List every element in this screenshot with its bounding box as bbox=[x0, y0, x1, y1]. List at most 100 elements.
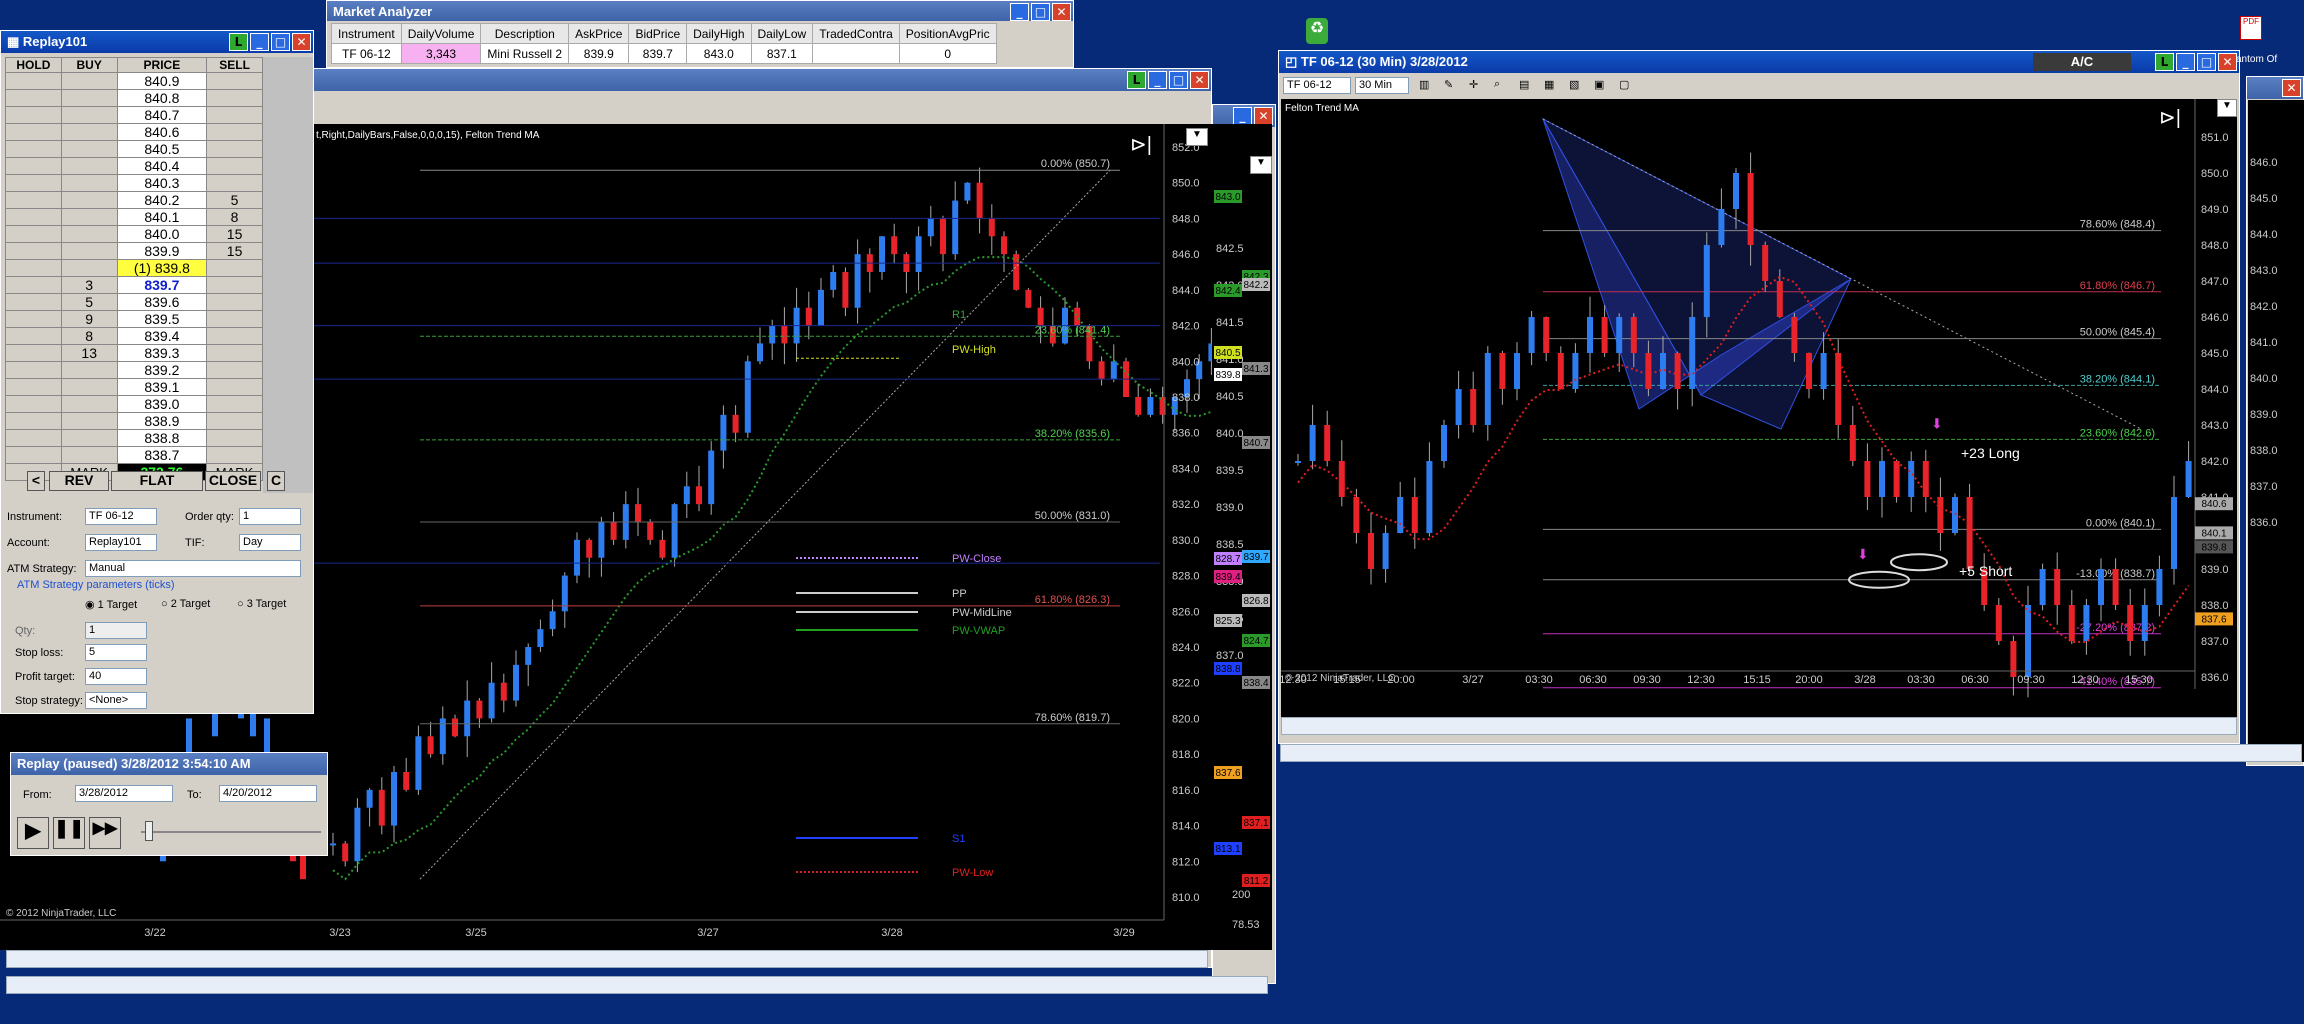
ladder-cell[interactable] bbox=[206, 293, 263, 311]
zoom-icon[interactable]: ⌕ bbox=[1494, 78, 1500, 91]
stoploss-input[interactable]: 5 bbox=[85, 644, 147, 661]
ladder-cell[interactable] bbox=[5, 242, 62, 260]
column-header[interactable]: DailyVolume bbox=[400, 23, 482, 44]
replay-speed-slider[interactable] bbox=[141, 831, 321, 833]
properties-icon[interactable]: ▤ bbox=[1519, 78, 1529, 91]
ladder-cell[interactable] bbox=[60, 412, 118, 430]
strategies-icon[interactable]: ▧ bbox=[1569, 78, 1579, 91]
fast-forward-button[interactable]: ▶▶ bbox=[89, 817, 121, 849]
ladder-cell[interactable] bbox=[206, 259, 263, 277]
orderqty-input[interactable]: 1 bbox=[239, 508, 301, 525]
ladder-cell[interactable] bbox=[60, 89, 118, 107]
ladder-cell[interactable] bbox=[5, 344, 62, 362]
indicators-icon[interactable]: ▦ bbox=[1544, 78, 1554, 91]
close-position-button[interactable]: CLOSE bbox=[205, 471, 261, 491]
column-header[interactable]: Description bbox=[480, 23, 570, 44]
ladder-cell[interactable]: 838.8 bbox=[116, 429, 208, 447]
account-select[interactable]: Replay101 bbox=[85, 534, 157, 551]
ladder-cell[interactable]: 839.7 bbox=[116, 276, 208, 294]
ladder-cell[interactable] bbox=[60, 225, 118, 243]
instrument-select[interactable]: TF 06-12 bbox=[1283, 77, 1351, 94]
ladder-cell[interactable] bbox=[60, 191, 118, 209]
right-chart-titlebar[interactable]: ◰ TF 06-12 (30 Min) 3/28/2012 A/C L _ □ … bbox=[1279, 51, 2239, 73]
ladder-cell[interactable] bbox=[60, 259, 118, 277]
link-button[interactable]: L bbox=[2155, 53, 2174, 71]
ladder-cell[interactable] bbox=[60, 157, 118, 175]
ladder-cell[interactable] bbox=[206, 361, 263, 379]
ladder-row[interactable]: 840.6 bbox=[5, 123, 263, 141]
ladder-cell[interactable]: 3 bbox=[60, 276, 118, 294]
ladder-row[interactable]: 840.4 bbox=[5, 157, 263, 175]
grid-cell[interactable]: Mini Russell 2 bbox=[480, 43, 570, 64]
ladder-row[interactable]: 839.1 bbox=[5, 378, 263, 396]
pdf-file-icon[interactable]: PDF bbox=[2240, 16, 2262, 40]
ladder-cell[interactable] bbox=[206, 174, 263, 192]
maximize-icon[interactable]: □ bbox=[271, 33, 290, 51]
dropdown-chevron-icon[interactable]: ▼ bbox=[2217, 99, 2237, 117]
profit-input[interactable]: 40 bbox=[85, 668, 147, 685]
ladder-cell[interactable]: 839.4 bbox=[116, 327, 208, 345]
ladder-row[interactable]: 839.0 bbox=[5, 395, 263, 413]
ladder-cell[interactable] bbox=[60, 174, 118, 192]
column-header[interactable]: TradedContra bbox=[812, 23, 900, 44]
ladder-cell[interactable] bbox=[206, 344, 263, 362]
ladder-cell[interactable] bbox=[60, 446, 118, 464]
ladder-cell[interactable]: 839.3 bbox=[116, 344, 208, 362]
ladder-row[interactable]: 840.5 bbox=[5, 140, 263, 158]
ladder-row[interactable]: (1) 839.8 bbox=[5, 259, 263, 277]
grid-cell[interactable] bbox=[812, 43, 900, 64]
slider-thumb[interactable] bbox=[145, 821, 153, 841]
ladder-cell[interactable] bbox=[60, 395, 118, 413]
ladder-row[interactable]: 840.9 bbox=[5, 72, 263, 90]
ladder-cell[interactable] bbox=[5, 140, 62, 158]
play-button[interactable]: ▶ bbox=[17, 817, 49, 849]
ladder-cell[interactable]: 839.9 bbox=[116, 242, 208, 260]
ladder-cell[interactable] bbox=[60, 361, 118, 379]
crosshair-icon[interactable]: ✛ bbox=[1469, 78, 1478, 91]
left-chart-titlebar[interactable]: L _ □ ✕ bbox=[309, 69, 1211, 91]
ladder-cell[interactable] bbox=[5, 412, 62, 430]
ladder-cell[interactable]: 840.6 bbox=[116, 123, 208, 141]
ladder-cell[interactable] bbox=[5, 361, 62, 379]
minimize-icon[interactable]: _ bbox=[1148, 71, 1167, 89]
ladder-row[interactable]: 5 839.6 bbox=[5, 293, 263, 311]
ladder-row[interactable]: 840.0 15 bbox=[5, 225, 263, 243]
reverse-button[interactable]: REV bbox=[49, 471, 109, 491]
ladder-row[interactable]: 8 839.4 bbox=[5, 327, 263, 345]
maximize-icon[interactable]: □ bbox=[1031, 3, 1050, 21]
ladder-cell[interactable]: 840.7 bbox=[116, 106, 208, 124]
print-icon[interactable]: ▣ bbox=[1594, 78, 1604, 91]
column-header[interactable]: AskPrice bbox=[568, 23, 630, 44]
minimize-icon[interactable]: _ bbox=[1233, 107, 1252, 125]
recycle-bin-icon[interactable]: ♻ bbox=[1306, 18, 1328, 44]
right-price-chart[interactable]: 78.60% (848.4) 61.80% (846.7) 50.00% (845.… bbox=[1281, 99, 2237, 735]
minimize-icon[interactable]: _ bbox=[1010, 3, 1029, 21]
ladder-cell[interactable] bbox=[206, 310, 263, 328]
ladder-cell[interactable] bbox=[5, 276, 62, 294]
ladder-row[interactable]: 840.7 bbox=[5, 106, 263, 124]
price-ladder[interactable]: HOLD BUY PRICE SELL 840.9 840.8 840.7 840.6 840.… bbox=[5, 57, 263, 481]
ladder-row[interactable]: 840.3 bbox=[5, 174, 263, 192]
close-icon[interactable]: ✕ bbox=[1052, 3, 1071, 21]
ladder-cell[interactable] bbox=[5, 310, 62, 328]
ladder-cell[interactable] bbox=[60, 429, 118, 447]
ladder-cell[interactable]: 840.9 bbox=[116, 72, 208, 90]
ladder-row[interactable]: 838.8 bbox=[5, 429, 263, 447]
ladder-cell[interactable] bbox=[206, 89, 263, 107]
ladder-row[interactable]: 840.8 bbox=[5, 89, 263, 107]
ladder-row[interactable]: 839.2 bbox=[5, 361, 263, 379]
ladder-cell[interactable]: 5 bbox=[60, 293, 118, 311]
ladder-cell[interactable]: 840.0 bbox=[116, 225, 208, 243]
close-icon[interactable]: ✕ bbox=[2218, 53, 2237, 71]
ladder-cell[interactable]: 839.5 bbox=[116, 310, 208, 328]
tif-select[interactable]: Day bbox=[239, 534, 301, 551]
right-horizontal-scrollbar[interactable] bbox=[1281, 717, 2237, 735]
target2-radio[interactable]: ○ 2 Target bbox=[161, 598, 210, 610]
instrument-select[interactable]: TF 06-12 bbox=[85, 508, 157, 525]
grid-cell[interactable]: 839.9 bbox=[568, 43, 630, 64]
ladder-cell[interactable] bbox=[5, 72, 62, 90]
pause-button[interactable]: ❚❚ bbox=[53, 817, 85, 849]
link-button[interactable]: L bbox=[1127, 71, 1146, 89]
stopstrat-select[interactable]: <None> bbox=[85, 692, 147, 709]
ladder-row[interactable]: 840.2 5 bbox=[5, 191, 263, 209]
